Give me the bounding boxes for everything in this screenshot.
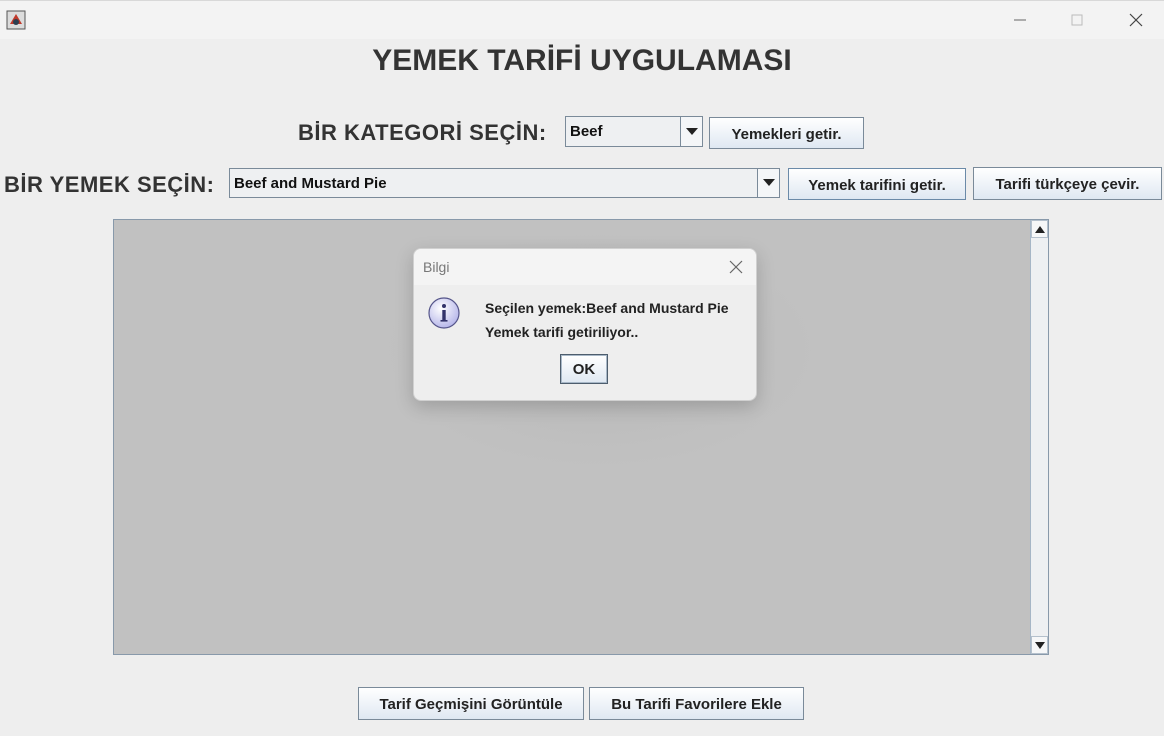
add-favorite-button[interactable]: Bu Tarifi Favorilere Ekle xyxy=(589,687,804,720)
meal-dropdown-button[interactable] xyxy=(757,169,779,197)
ok-button-label: OK xyxy=(572,361,596,378)
get-meals-button-label: Yemekleri getir. xyxy=(731,126,842,143)
minimize-button[interactable] xyxy=(1009,9,1031,31)
scroll-down-button[interactable] xyxy=(1031,636,1048,654)
get-recipe-button-label: Yemek tarifini getir. xyxy=(808,177,946,194)
category-label: BİR KATEGORİ SEÇİN: xyxy=(298,120,547,145)
translate-recipe-button[interactable]: Tarifi türkçeye çevir. xyxy=(973,167,1162,200)
info-icon xyxy=(427,296,461,330)
maximize-button[interactable] xyxy=(1066,9,1088,31)
add-favorite-button-label: Bu Tarifi Favorilere Ekle xyxy=(611,696,782,713)
arrow-down-icon xyxy=(1035,642,1045,649)
scroll-up-button[interactable] xyxy=(1031,220,1048,238)
page-title: YEMEK TARİFİ UYGULAMASI xyxy=(372,44,792,77)
chevron-down-icon xyxy=(763,179,775,186)
dialog-title: Bilgi xyxy=(423,259,450,275)
dialog-title-bar: Bilgi xyxy=(414,249,756,285)
title-bar xyxy=(0,0,1164,39)
close-window-button[interactable] xyxy=(1125,9,1147,31)
vertical-scrollbar[interactable] xyxy=(1030,220,1048,654)
info-dialog: Bilgi Seçilen yemek:Beef and Mustard Pie… xyxy=(413,248,757,401)
close-icon xyxy=(729,260,743,274)
close-icon xyxy=(1129,13,1143,27)
get-meals-button[interactable]: Yemekleri getir. xyxy=(709,117,864,149)
app-window: YEMEK TARİFİ UYGULAMASI BİR KATEGORİ SEÇ… xyxy=(0,0,1164,736)
maximize-icon xyxy=(1071,14,1083,26)
meal-selected-value: Beef and Mustard Pie xyxy=(234,175,387,192)
dialog-message-line-1: Seçilen yemek:Beef and Mustard Pie xyxy=(485,300,729,316)
arrow-up-icon xyxy=(1035,226,1045,233)
category-select[interactable]: Beef xyxy=(565,116,703,147)
minimize-icon xyxy=(1014,19,1026,21)
meal-label: BİR YEMEK SEÇİN: xyxy=(4,172,215,197)
chevron-down-icon xyxy=(686,127,698,135)
meal-select[interactable]: Beef and Mustard Pie xyxy=(229,168,780,198)
translate-recipe-button-label: Tarifi türkçeye çevir. xyxy=(995,176,1140,193)
view-history-button-label: Tarif Geçmişini Görüntüle xyxy=(379,696,563,713)
java-app-icon xyxy=(6,10,26,30)
get-recipe-button[interactable]: Yemek tarifini getir. xyxy=(788,168,966,200)
dialog-message-line-2: Yemek tarifi getiriliyor.. xyxy=(485,324,639,340)
view-history-button[interactable]: Tarif Geçmişini Görüntüle xyxy=(358,687,584,720)
category-dropdown-button[interactable] xyxy=(680,117,702,146)
dialog-close-button[interactable] xyxy=(728,259,744,275)
category-selected-value: Beef xyxy=(570,123,603,140)
ok-button[interactable]: OK xyxy=(560,354,608,384)
